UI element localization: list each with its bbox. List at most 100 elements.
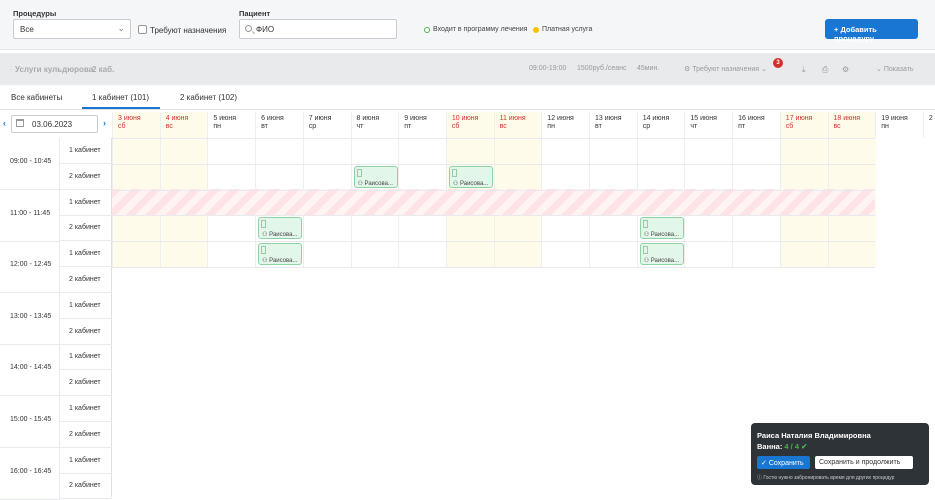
row-line <box>112 163 875 165</box>
day-date: 13 июня <box>595 115 622 122</box>
people-icon: ⚇ <box>357 180 365 187</box>
day-header: 10 июня сб <box>445 112 494 138</box>
date-input[interactable]: 03.06.2023 <box>11 115 98 133</box>
day-weekday: чт <box>356 123 364 130</box>
tab-all-rooms[interactable]: Все кабинеты <box>11 93 62 102</box>
people-icon: ⚇ <box>643 258 651 265</box>
day-date: 19 июня <box>881 115 908 122</box>
appointment-label: Раисова... <box>650 232 680 239</box>
day-date: 16 июня <box>738 115 765 122</box>
room-label: 2 кабинет <box>60 319 112 345</box>
appointment-card[interactable]: ⚇ Раисова... <box>258 243 303 266</box>
day-header: 17 июня сб <box>779 112 828 138</box>
day-date: 7 июня <box>308 115 332 122</box>
popup-bath-label: Ванна: <box>757 442 783 451</box>
time-slot: 15:00 - 15:45 <box>0 396 60 448</box>
service-bar[interactable]: ⋮ Услуги кульдюрова 2 каб. 09:00-19:00 1… <box>0 53 935 85</box>
day-weekday: пн <box>881 123 889 130</box>
day-date: 10 июня <box>451 115 479 122</box>
popup-save-label: Сохранить <box>768 460 804 467</box>
appointment-label: Раисова... <box>364 180 393 187</box>
day-weekday: ср <box>642 123 651 130</box>
prev-week-icon[interactable]: ‹ <box>3 118 6 128</box>
day-date: 17 июня <box>785 115 813 122</box>
popup-bath-value: 4 / 4 <box>784 442 800 451</box>
appointment-card[interactable]: ⚇ Раисова... <box>353 165 398 188</box>
appointment-label: Раисова... <box>269 258 298 265</box>
day-weekday: пн <box>213 123 222 130</box>
room-label: 2 кабинет <box>60 370 112 397</box>
day-header: 15 июня чт <box>684 112 732 138</box>
appointment-card[interactable]: ⚇ Раисова... <box>258 217 303 240</box>
appointment-card[interactable]: ⚇ Раисова... <box>639 243 684 266</box>
day-weekday: сб <box>118 123 126 130</box>
time-slot: 14:00 - 14:45 <box>0 344 60 397</box>
appointment-label: Раисова... <box>650 258 680 265</box>
room-label: 1 кабинет <box>60 448 112 474</box>
day-header: 6 июня вт <box>255 112 303 138</box>
need-assign-label[interactable]: Требуют назначения <box>150 26 226 35</box>
appointment-card[interactable]: ⚇ Раисова... <box>448 165 493 188</box>
gear-icon[interactable]: ⚙ <box>842 65 849 74</box>
day-header: 2 <box>922 112 935 138</box>
procedures-select[interactable]: Все ⌄ <box>13 19 131 39</box>
appointment-label: Раисова... <box>459 180 489 187</box>
chevron-down-icon: ⌄ <box>117 23 125 33</box>
room-label: 1 кабинет <box>60 396 112 422</box>
day-date: 3 июня <box>118 115 141 122</box>
tab-room-2[interactable]: 2 кабинет (102) <box>180 93 237 102</box>
legend-paid-label: Платная услуга <box>542 26 593 33</box>
add-procedure-button[interactable]: + Добавить процедуру <box>825 19 918 43</box>
day-header: 7 июня ср <box>302 112 351 138</box>
calendar-icon <box>16 119 24 127</box>
day-header: 19 июня пн <box>875 112 923 138</box>
popup-save-continue-button[interactable]: Сохранить и продолжить <box>815 456 913 469</box>
day-weekday: пн <box>547 123 555 130</box>
room-label: 1 кабинет <box>60 241 112 268</box>
patient-search-input[interactable]: ФИО <box>239 19 397 39</box>
day-weekday: чт <box>690 123 698 130</box>
room-label: 1 кабинет <box>60 190 112 216</box>
people-icon: ⚇ <box>643 232 651 239</box>
need-assign-badge: 3 <box>773 58 783 68</box>
day-date: 11 июня <box>499 115 526 122</box>
need-assign-dropdown[interactable]: ⚙ Требуют назначения ⌄ <box>684 65 767 73</box>
show-toggle[interactable]: ⌄ Показать <box>876 65 914 73</box>
room-label: 1 кабинет <box>60 344 112 371</box>
booking-popup: Раиса Наталия Владимировна Ванна: 4 / 4 … <box>751 423 929 485</box>
day-header: 3 июня сб <box>112 112 160 138</box>
download-icon[interactable]: ⤓ <box>802 65 806 75</box>
blocked-row <box>112 189 875 215</box>
add-procedure-label: Добавить процедуру <box>834 25 877 43</box>
patient-placeholder: ФИО <box>256 25 275 34</box>
room-label: 2 кабинет <box>60 215 112 242</box>
appointment-card[interactable]: ⚇ Раисова... <box>639 217 684 240</box>
legend-program-label: Входит в программу лечения <box>433 26 528 33</box>
day-date: 4 июня <box>165 115 189 122</box>
day-weekday: вс <box>833 123 841 130</box>
tab-room-1[interactable]: 1 кабинет (101) <box>92 93 149 102</box>
next-week-icon[interactable]: › <box>103 118 106 128</box>
day-header: 13 июня вт <box>589 112 637 138</box>
need-assign-dropdown-label: Требуют назначения <box>692 66 760 73</box>
day-date: 8 июня <box>356 115 380 122</box>
people-icon: ⚇ <box>452 180 460 187</box>
day-date: 9 июня <box>404 115 427 122</box>
day-weekday: вт <box>261 123 268 130</box>
popup-save-button[interactable]: ✓ Сохранить <box>757 456 810 469</box>
day-weekday: ср <box>308 123 317 130</box>
row-line <box>112 189 875 191</box>
drag-handle-icon[interactable]: ⋮ <box>7 65 15 74</box>
day-date: 12 июня <box>547 115 574 122</box>
day-header: 9 июня пт <box>398 112 446 138</box>
row-line <box>112 138 875 139</box>
day-header: 12 июня пн <box>541 112 589 138</box>
search-icon <box>245 25 252 32</box>
row-line <box>112 215 875 217</box>
need-assign-checkbox[interactable] <box>138 25 147 34</box>
print-icon[interactable]: ⎙ <box>822 65 828 75</box>
day-header: 4 июня вс <box>159 112 208 138</box>
program-dot-icon <box>424 26 430 33</box>
legend-paid: Платная услуга <box>533 26 592 33</box>
day-weekday: вс <box>165 123 173 130</box>
